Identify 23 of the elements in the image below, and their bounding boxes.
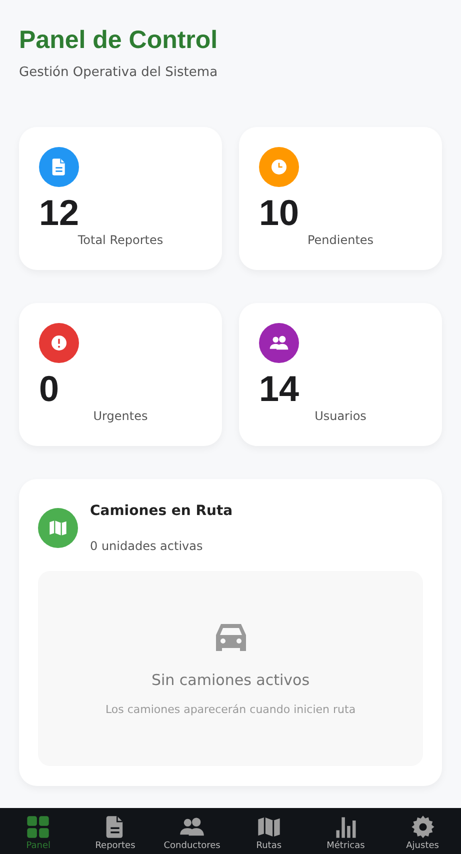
- nav-tab[interactable]: Métricas: [310, 814, 381, 851]
- grid-icon: [25, 814, 52, 840]
- nav-tab[interactable]: Reportes: [80, 814, 150, 851]
- map-icon: [38, 508, 78, 548]
- stat-label: Total Reportes: [76, 233, 164, 247]
- stat-label: Usuarios: [314, 409, 368, 423]
- stat-value: 14: [259, 371, 300, 407]
- stat-label: Urgentes: [92, 409, 149, 423]
- settings-icon: [410, 814, 436, 840]
- nav-tab[interactable]: Panel: [3, 814, 74, 851]
- page-title: Panel de Control: [19, 26, 219, 55]
- nav-tab[interactable]: Ajustes: [388, 814, 458, 851]
- stat-label: Pendientes: [306, 233, 375, 247]
- nav-tab[interactable]: Conductores: [157, 814, 228, 851]
- card-subtitle: 0 unidades activas: [90, 539, 204, 553]
- stat-value: 0: [39, 371, 60, 407]
- stat-value: 10: [259, 195, 300, 231]
- empty-title: Sin camiones activos: [151, 671, 310, 689]
- page-subtitle: Gestión Operativa del Sistema: [19, 65, 219, 80]
- card-title: Camiones en Ruta: [90, 503, 233, 519]
- stat-value: 12: [39, 195, 80, 231]
- empty-text: Los camiones aparecerán cuando inicien ruta: [105, 703, 356, 716]
- nav-tab[interactable]: Rutas: [234, 814, 304, 851]
